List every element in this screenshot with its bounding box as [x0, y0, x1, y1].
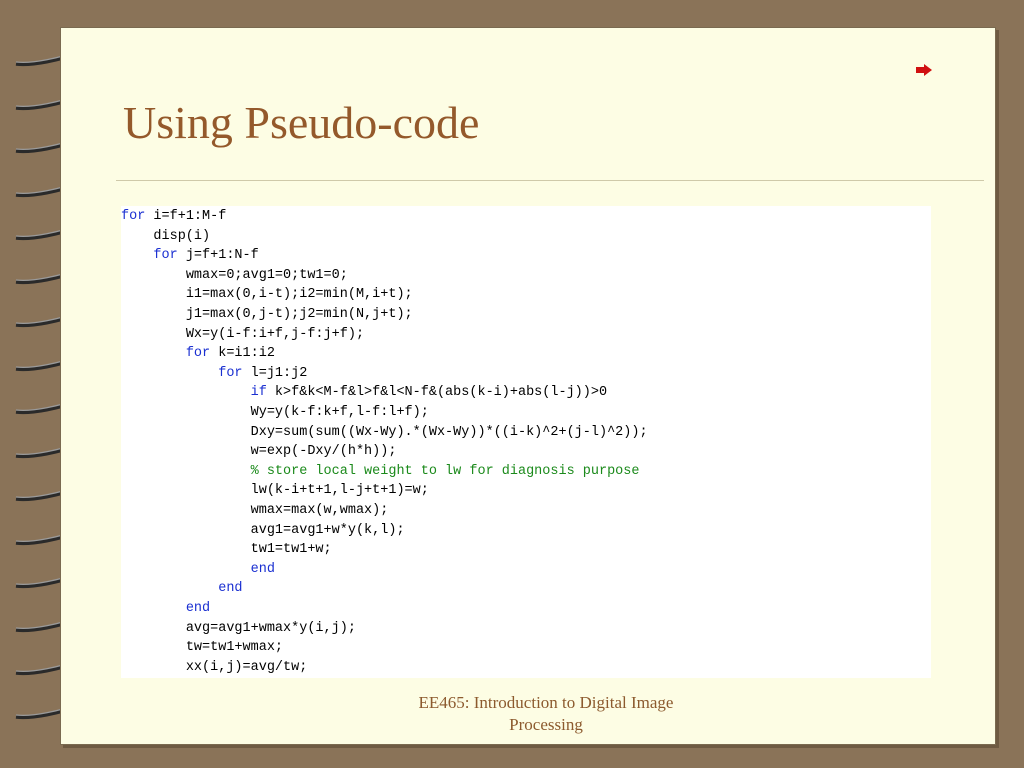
code-text: wmax=0;avg1=0;tw1=0; [185, 267, 348, 283]
code-line: lw(k-i+t+1,l-j+t+1)=w; [121, 481, 429, 501]
code-line: if k>f&k<M-f&l>f&l<N-f&(abs(k-i)+abs(l-j… [121, 383, 607, 403]
code-line: Wx=y(i-f:i+f,j-f:j+f); [121, 325, 364, 345]
code-text: k>f&k<M-f&l>f&l<N-f&(abs(k-i)+abs(l-j))>… [266, 385, 608, 401]
code-keyword: end [250, 561, 275, 577]
code-text: tw=tw1+wmax; [185, 640, 284, 656]
code-text: k=i1:i2 [210, 346, 275, 362]
code-text: j1=max(0,j-t);j2=min(N,j+t); [185, 307, 413, 322]
slide-footer: EE465: Introduction to Digital Image Pro… [381, 692, 711, 736]
code-text: Dxy=sum(sum((Wx-Wy).*(Wx-Wy))*((i-k)^2+(… [250, 424, 648, 440]
code-line: for j=f+1:N-f [121, 246, 259, 266]
code-keyword: end [185, 601, 211, 616]
code-comment: % store local weight to lw for diagnosis… [250, 463, 640, 479]
code-line: end [121, 560, 275, 580]
code-text: i1=max(0,i-t);i2=min(M,i+t); [185, 287, 413, 303]
code-line: Dxy=sum(sum((Wx-Wy).*(Wx-Wy))*((i-k)^2+(… [121, 423, 648, 443]
code-text: xx(i,j)=avg/tw; [185, 659, 308, 675]
code-text: disp(i) [153, 228, 211, 244]
code-line: wmax=0;avg1=0;tw1=0; [121, 266, 348, 286]
code-text: tw1=tw1+w; [250, 542, 332, 558]
code-line: Wy=y(k-f:k+f,l-f:l+f); [121, 403, 429, 423]
code-line: for l=j1:j2 [121, 364, 307, 384]
code-text: i=f+1:M-f [145, 209, 227, 224]
code-line: disp(i) [121, 227, 210, 247]
red-arrow-right-icon[interactable] [916, 64, 932, 76]
code-text: l=j1:j2 [242, 365, 308, 381]
slide-title: Using Pseudo-code [123, 97, 480, 148]
code-line: xx(i,j)=avg/tw; [121, 658, 308, 678]
code-line: w=exp(-Dxy/(h*h)); [121, 442, 397, 462]
code-line: end [121, 599, 210, 619]
code-line: tw=tw1+wmax; [121, 638, 283, 658]
code-line: j1=max(0,j-t);j2=min(N,j+t); [121, 305, 413, 325]
code-line: for k=i1:i2 [121, 344, 275, 364]
footer-line-1: EE465: Introduction to Digital Image [418, 693, 674, 712]
code-line: end [121, 579, 243, 599]
footer-line-2: Processing [509, 715, 583, 734]
code-listing: for i=f+1:M-f disp(i) for j=f+1:N-f wmax… [121, 206, 931, 678]
code-text: lw(k-i+t+1,l-j+t+1)=w; [250, 483, 429, 499]
code-text: w=exp(-Dxy/(h*h)); [250, 444, 397, 460]
code-keyword: for [218, 365, 243, 381]
code-line: for i=f+1:M-f [121, 207, 226, 227]
code-keyword: if [250, 385, 267, 401]
code-text: Wx=y(i-f:i+f,j-f:j+f); [185, 326, 365, 342]
code-keyword: for [185, 346, 211, 362]
code-line: i1=max(0,i-t);i2=min(M,i+t); [121, 285, 413, 305]
code-text: avg=avg1+wmax*y(i,j); [185, 620, 356, 636]
code-text: Wy=y(k-f:k+f,l-f:l+f); [250, 405, 429, 420]
code-line: avg=avg1+wmax*y(i,j); [121, 619, 356, 639]
code-line: wmax=max(w,wmax); [121, 501, 389, 521]
code-text: avg1=avg1+w*y(k,l); [250, 522, 405, 538]
title-divider [116, 180, 984, 181]
code-text: j=f+1:N-f [177, 248, 259, 264]
code-keyword: for [153, 248, 178, 264]
code-text: wmax=max(w,wmax); [250, 503, 389, 518]
code-line: % store local weight to lw for diagnosis… [121, 462, 640, 482]
slide-page: Using Pseudo-code for i=f+1:M-f disp(i) … [60, 27, 996, 745]
code-keyword: end [218, 581, 243, 597]
code-line: avg1=avg1+w*y(k,l); [121, 521, 405, 541]
code-keyword: for [121, 209, 146, 224]
code-line: tw1=tw1+w; [121, 540, 332, 560]
